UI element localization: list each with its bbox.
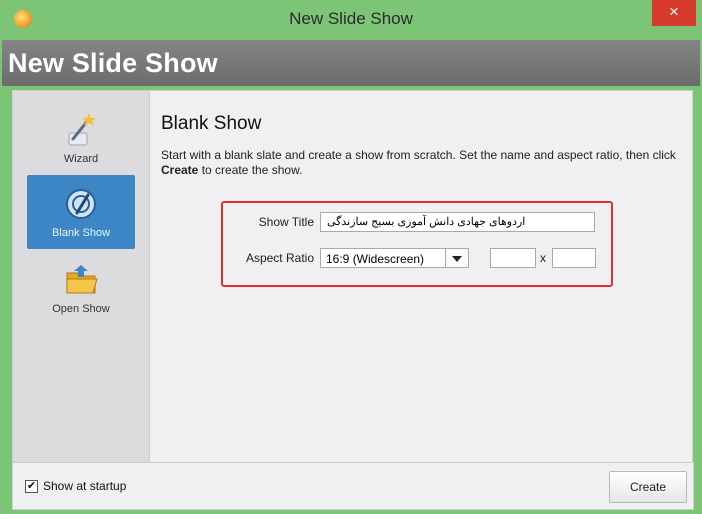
sidebar-item-open-show[interactable]: Open Show (27, 259, 135, 323)
footer-bar: ✔ Show at startup Create (12, 462, 694, 510)
header-title: New Slide Show (8, 48, 218, 78)
width-input[interactable] (490, 248, 536, 268)
window-title: New Slide Show (289, 9, 413, 28)
show-title-input[interactable]: اردوهای جهادی دانش آموزی بسیج سازندگی (320, 212, 595, 232)
blank-show-icon (61, 183, 101, 223)
aspect-ratio-value: 16:9 (Widescreen) (326, 252, 425, 266)
page-title: Blank Show (161, 113, 262, 134)
open-folder-icon (61, 259, 101, 299)
description-part: to create the show. (198, 163, 303, 177)
description-create-keyword: Create (161, 163, 199, 177)
show-title-label: Show Title (258, 215, 314, 229)
description-part: Start with a blank slate and create a sh… (161, 148, 676, 162)
dimension-separator: x (540, 251, 546, 265)
height-input[interactable] (552, 248, 596, 268)
title-bar: New Slide Show × (0, 0, 702, 40)
sidebar-item-label: Blank Show (51, 227, 111, 239)
create-button[interactable]: Create (609, 471, 687, 503)
description-text: Start with a blank slate and create a sh… (161, 148, 691, 178)
aspect-ratio-select[interactable]: 16:9 (Widescreen) (320, 248, 469, 268)
chevron-down-icon[interactable] (445, 249, 468, 267)
show-at-startup-checkbox[interactable]: ✔ (25, 480, 38, 493)
wizard-wand-icon (61, 109, 101, 149)
sidebar-item-label: Wizard (63, 153, 99, 165)
sidebar-item-wizard[interactable]: Wizard (27, 109, 135, 173)
sidebar-item-label: Open Show (52, 303, 110, 315)
sidebar-item-blank-show[interactable]: Blank Show (27, 175, 135, 249)
show-at-startup-label: Show at startup (43, 479, 127, 493)
close-button[interactable]: × (652, 0, 696, 26)
main-panel: Blank Show Start with a blank slate and … (149, 90, 693, 463)
sidebar: Wizard Blank Show Open Show (12, 90, 150, 463)
dialog-window: New Slide Show × New Slide Show Wizard B… (0, 0, 702, 514)
aspect-ratio-label: Aspect Ratio (245, 251, 314, 265)
dialog-header: New Slide Show (2, 40, 700, 86)
